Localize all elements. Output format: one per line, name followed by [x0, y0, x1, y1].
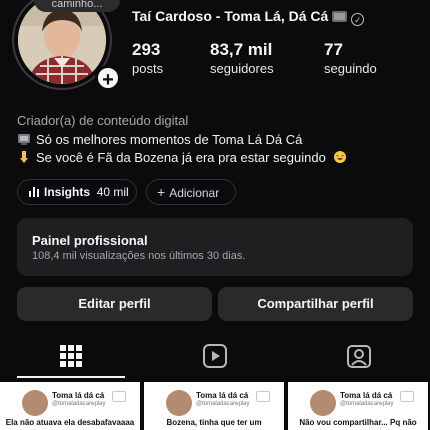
- display-name-text: Taí Cardoso - Toma Lá, Dá Cá: [132, 8, 329, 24]
- bio-line-1: Só os melhores momentos de Toma Lá Dá Cá: [17, 132, 302, 147]
- stat-label: posts: [132, 61, 164, 76]
- tv-icon: [112, 391, 126, 402]
- profile-category: Criador(a) de conteúdo digital: [17, 113, 189, 128]
- stat-label: seguindo: [324, 61, 377, 76]
- bio-line-1-text: Só os melhores momentos de Toma Lá Dá Cá: [36, 132, 303, 147]
- post-thumbnail[interactable]: Toma lá dá cá @tomaladacareplay Bozena, …: [144, 382, 284, 430]
- tagged-icon-svg: [347, 345, 371, 368]
- insights-label: Insights: [44, 185, 91, 199]
- grid-icon[interactable]: [58, 343, 84, 369]
- post-avatar: [310, 390, 336, 416]
- panel-title: Painel profissional: [32, 233, 148, 248]
- insights-value: 40 mil: [96, 185, 129, 199]
- bio-line-2: Se você é Fã da Bozena já era pra estar …: [17, 150, 352, 165]
- tv-emoji-icon: [18, 134, 30, 145]
- tv-icon: [332, 11, 348, 22]
- stat-label: seguidores: [210, 61, 274, 76]
- tagged-icon[interactable]: [346, 343, 372, 369]
- post-text: Não vou compartilhar... Pq não: [299, 418, 417, 427]
- stat-following[interactable]: 77 seguindo: [324, 40, 377, 76]
- profile-display-name: Taí Cardoso - Toma Lá, Dá Cá ✓: [132, 8, 365, 26]
- stat-posts[interactable]: 293 posts: [132, 40, 163, 76]
- post-author-name: Toma lá dá cá: [52, 391, 105, 400]
- insights-chip[interactable]: Insights 40 mil: [17, 179, 137, 205]
- profile-avatar-area[interactable]: Ideia nova a caminho... +: [12, 0, 121, 94]
- professional-dashboard[interactable]: Painel profissional 108,4 mil visualizaç…: [17, 218, 413, 276]
- insights-chart-icon: [29, 187, 39, 197]
- panel-subtitle: 108,4 mil visualizações nos últimos 30 d…: [32, 250, 246, 262]
- pointing-down-emoji-icon: [20, 151, 28, 163]
- edit-profile-button[interactable]: Editar perfil: [17, 287, 212, 321]
- post-author-handle: @tomaladacareplay: [52, 401, 106, 407]
- note-bubble[interactable]: Ideia nova a caminho...: [34, 0, 120, 12]
- post-text: Ela não atuava ela desabafavaaaa: [5, 418, 135, 427]
- post-author-name: Toma lá dá cá: [340, 391, 393, 400]
- post-thumbnail[interactable]: Toma lá dá cá @tomaladacareplay Não vou …: [288, 382, 428, 430]
- add-chip[interactable]: + Adicionar: [146, 179, 236, 205]
- stat-value: 77: [324, 40, 343, 59]
- stat-value: 83,7 mil: [210, 40, 273, 59]
- avatar[interactable]: [18, 0, 106, 84]
- grid-icon-svg: [60, 345, 82, 367]
- post-author-handle: @tomaladacareplay: [340, 401, 394, 407]
- active-tab-indicator: [17, 376, 125, 378]
- tv-icon: [256, 391, 270, 402]
- share-profile-button[interactable]: Compartilhar perfil: [218, 287, 413, 321]
- add-label: Adicionar: [169, 186, 220, 200]
- post-author-handle: @tomaladacareplay: [196, 401, 250, 407]
- bio-line-2-text: Se você é Fã da Bozena já era pra estar …: [36, 150, 326, 165]
- post-text: Bozena, tinha que ter um: [166, 418, 262, 427]
- verified-badge-icon: ✓: [351, 13, 365, 26]
- reels-icon[interactable]: [202, 343, 228, 369]
- reels-icon-svg: [203, 344, 227, 368]
- stat-value: 293: [132, 40, 161, 59]
- post-author-name: Toma lá dá cá: [196, 391, 249, 400]
- stat-followers[interactable]: 83,7 mil seguidores: [210, 40, 274, 76]
- add-story-icon[interactable]: +: [95, 65, 121, 91]
- plus-icon: +: [157, 184, 166, 200]
- avatar-image: [18, 0, 106, 84]
- post-avatar: [22, 390, 48, 416]
- laughing-emoji-icon: [334, 151, 347, 163]
- tv-icon: [400, 391, 414, 402]
- post-avatar: [166, 390, 192, 416]
- post-thumbnail[interactable]: Toma lá dá cá @tomaladacareplay Ela não …: [0, 382, 140, 430]
